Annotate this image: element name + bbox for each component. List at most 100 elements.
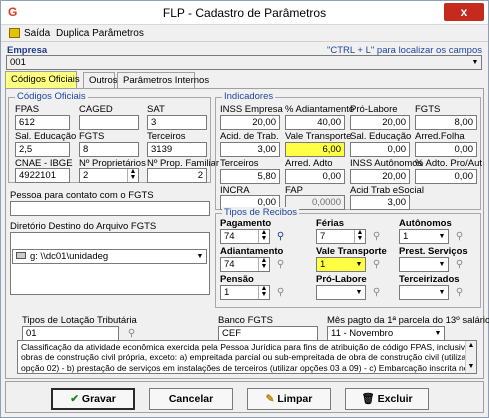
drive-select[interactable]: g: \\dc01\unidadeg ▼ (12, 249, 207, 264)
search-binoculars-icon[interactable]: ⚲ (369, 257, 384, 272)
spin-arrows-icon[interactable]: ▲ ▼ (258, 230, 269, 243)
tipos-recibos-title: Tipos de Recibos (222, 207, 300, 218)
gravar-button[interactable]: ✔ Gravar (51, 388, 135, 410)
search-binoculars-icon[interactable]: ⚲ (273, 285, 288, 300)
prest-servicos-select[interactable]: ▼ (399, 257, 449, 272)
search-binoculars-icon[interactable]: ⚲ (369, 229, 384, 244)
caged-label: CAGED (79, 104, 113, 115)
drive-icon (16, 252, 26, 259)
n-proprietarios-value: 2 (83, 170, 89, 181)
diretorio-fgts-label: Diretório Destino do Arquivo FGTS (10, 221, 157, 232)
close-button[interactable]: x (444, 3, 484, 21)
spin-arrows-icon[interactable]: ▲ ▼ (127, 169, 138, 182)
autonomos-select[interactable]: 1 ▼ (399, 229, 449, 244)
limpar-button[interactable]: ✎ Limpar (247, 388, 331, 410)
pagamento-stepper[interactable]: 74 ▲ ▼ (220, 229, 270, 244)
search-binoculars-icon[interactable]: ⚲ (273, 257, 288, 272)
fgts-pct-input[interactable]: 8,00 (415, 115, 477, 130)
pensao-value: 1 (224, 287, 230, 298)
menu-saida[interactable]: Saída (24, 28, 50, 39)
search-binoculars-icon[interactable]: ⚲ (124, 326, 139, 341)
caged-input[interactable] (79, 115, 139, 130)
tab-panel: Códigos Oficiais FPAS 612 CAGED SAT 3 Sa… (5, 88, 489, 379)
tab-parametros-internos[interactable]: Parâmetros Internos (117, 72, 209, 88)
acid-trab-esocial-input[interactable]: 3,00 (350, 195, 410, 210)
fpas-description-memo[interactable]: Classificação da atividade econômica exe… (17, 340, 477, 374)
search-binoculars-icon[interactable]: ⚲ (369, 285, 384, 300)
search-binoculars-icon[interactable]: ⚲ (273, 229, 288, 244)
pro-labore-select[interactable]: ▼ (316, 285, 366, 300)
autonomos-value: 1 (403, 231, 409, 242)
tab-outros[interactable]: Outros (83, 72, 118, 88)
indicadores-group: Indicadores INSS Empresa 20,00 % Adianta… (215, 91, 483, 210)
tipos-recibos-group: Tipos de Recibos Pagamento 74 ▲ ▼ ⚲ Férias… (215, 207, 481, 308)
lotacao-input[interactable]: 01 (22, 326, 119, 341)
chevron-down-icon: ▼ (438, 261, 446, 268)
acid-trab-input[interactable]: 3,00 (220, 142, 280, 157)
pro-labore-input[interactable]: 20,00 (350, 115, 410, 130)
adiantamento-pct-input[interactable]: 40,00 (285, 115, 345, 130)
check-icon: ✔ (70, 393, 82, 405)
pensao-stepper[interactable]: 1 ▲ ▼ (220, 285, 270, 300)
adto-pro-aut-input[interactable]: 0,00 (415, 169, 477, 184)
vale-transporte-value: 1 (320, 259, 326, 270)
adto-pro-aut-label: % Adto. Pro/Aut (415, 158, 483, 169)
chevron-down-icon: ▼ (438, 289, 446, 296)
arred-folha-input[interactable]: 0,00 (415, 142, 477, 157)
banco-fgts-input[interactable]: CEF (218, 326, 318, 341)
memo-scrollbar[interactable]: ▲ ▼ (465, 341, 476, 373)
menu-bar: Saída Duplica Parâmetros (1, 25, 488, 42)
inss-empresa-input[interactable]: 20,00 (220, 115, 280, 130)
spin-arrows-icon[interactable]: ▲ ▼ (258, 286, 269, 299)
tab-codigos-oficiais[interactable]: Códigos Oficiais (5, 71, 80, 88)
contato-fgts-input[interactable] (10, 201, 210, 216)
cnae-input[interactable]: 4922101 (15, 168, 70, 183)
excluir-label: Excluir (377, 393, 413, 405)
ferias-stepper[interactable]: 7 ▲ ▼ (316, 229, 366, 244)
terceiros-pct-input[interactable]: 5,80 (220, 169, 280, 184)
fpas-label: FPAS (15, 104, 40, 115)
pagamento-label: Pagamento (220, 218, 272, 229)
adiantamento-value: 74 (224, 259, 235, 270)
sal-educacao-pct-label: Sal. Educação (350, 131, 412, 142)
n-proprietarios-stepper[interactable]: 2 ▲ ▼ (79, 168, 139, 183)
terceirizados-select[interactable]: ▼ (399, 285, 449, 300)
terceiros-input[interactable]: 3139 (147, 142, 207, 157)
cancelar-button[interactable]: Cancelar (149, 388, 233, 410)
empresa-value: 001 (10, 57, 26, 68)
excluir-button[interactable]: 🗑 Excluir (345, 388, 429, 410)
search-binoculars-icon[interactable]: ⚲ (452, 229, 467, 244)
search-binoculars-icon[interactable]: ⚲ (452, 285, 467, 300)
n-prop-familiar-input[interactable]: 2 (147, 168, 207, 183)
sal-educacao-input[interactable]: 2,5 (15, 142, 70, 157)
indicadores-title: Indicadores (222, 91, 276, 102)
button-bar: ✔ Gravar Cancelar ✎ Limpar 🗑 Excluir (5, 381, 484, 413)
window-title: FLP - Cadastro de Parâmetros (162, 6, 327, 20)
terceiros-label: Terceiros (147, 131, 186, 142)
adiantamento-stepper[interactable]: 74 ▲ ▼ (220, 257, 270, 272)
adiantamento-pct-label: % Adiantamento (285, 104, 355, 115)
mes-13-select[interactable]: 11 - Novembro ▼ (327, 326, 445, 341)
vale-transporte-pct-input[interactable]: 6,00 (285, 142, 345, 157)
pagamento-value: 74 (224, 231, 235, 242)
empresa-field[interactable]: 001 ▼ (6, 55, 482, 70)
codigos-oficiais-group: Códigos Oficiais FPAS 612 CAGED SAT 3 Sa… (8, 91, 219, 183)
menu-duplica-parametros[interactable]: Duplica Parâmetros (56, 28, 144, 39)
eraser-icon: ✎ (265, 393, 278, 405)
autonomos-label: Autônomos (399, 218, 452, 229)
sal-educacao-pct-input[interactable]: 0,00 (350, 142, 410, 157)
fgts-input[interactable]: 8 (79, 142, 139, 157)
arred-adto-input[interactable]: 0,00 (285, 169, 345, 184)
fpas-input[interactable]: 612 (15, 115, 70, 130)
prest-servicos-label: Prest. Serviços (399, 246, 468, 257)
pro-labore-label: Pró-Labore (350, 104, 398, 115)
inss-autonomos-input[interactable]: 20,00 (350, 169, 410, 184)
spin-arrows-icon[interactable]: ▲ ▼ (258, 258, 269, 271)
search-binoculars-icon[interactable]: ⚲ (452, 257, 467, 272)
spin-arrows-icon[interactable]: ▲ ▼ (354, 230, 365, 243)
sal-educacao-label: Sal. Educação (15, 131, 77, 142)
vale-transporte-select[interactable]: 1 ▼ (316, 257, 366, 272)
sat-input[interactable]: 3 (147, 115, 207, 130)
lotacao-label: Tipos de Lotação Tributária (22, 315, 137, 326)
drive-value: g: \\dc01\unidadeg (30, 251, 109, 262)
